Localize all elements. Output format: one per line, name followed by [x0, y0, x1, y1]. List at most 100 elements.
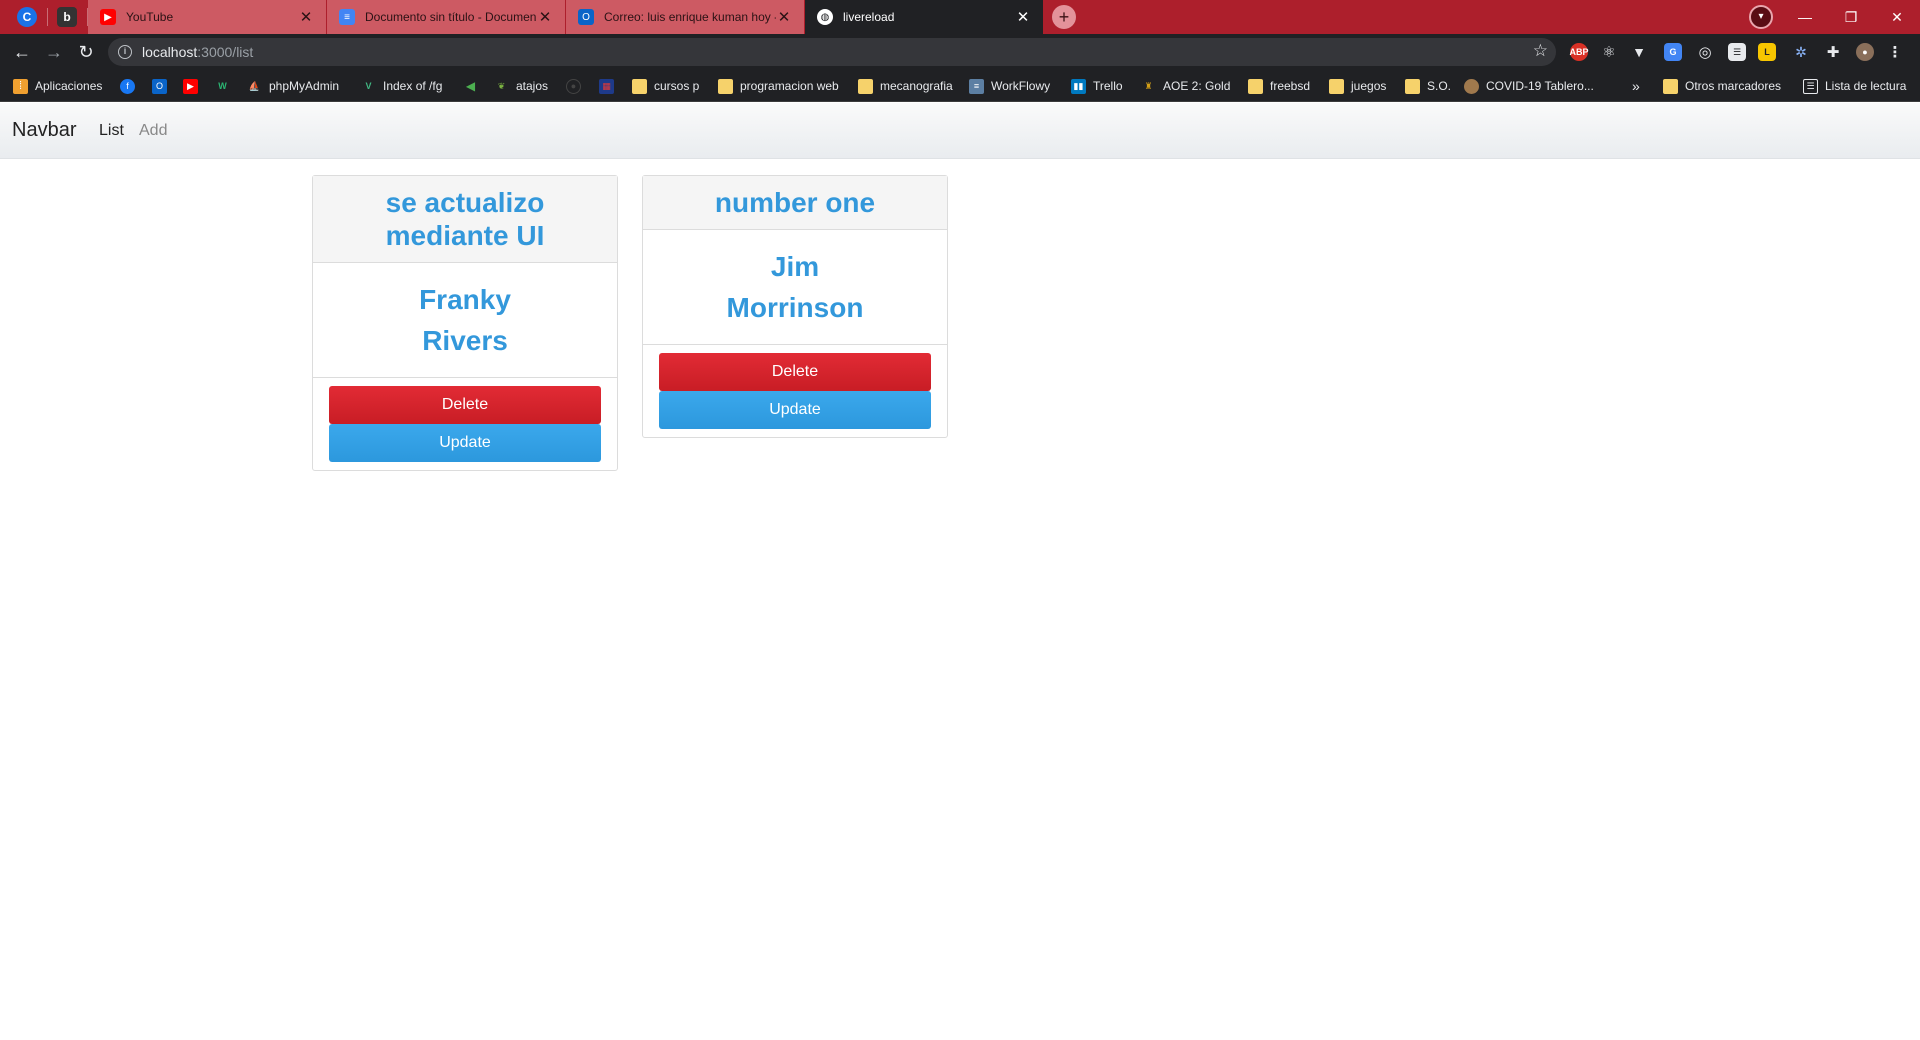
- target-icon[interactable]: ◎: [1696, 43, 1714, 61]
- docs-icon: ≡: [339, 9, 355, 25]
- vue-devtools-icon[interactable]: ▼: [1630, 43, 1648, 61]
- tab-youtube[interactable]: ▶ YouTube ✕: [88, 0, 326, 34]
- bookmark-mecanografia[interactable]: mecanografia: [858, 77, 953, 95]
- address-bar[interactable]: i localhost:3000/list ☆: [108, 38, 1556, 66]
- bookmark-label: Index of /fg: [383, 79, 443, 93]
- translate-icon[interactable]: G: [1664, 43, 1682, 61]
- site-info-icon[interactable]: i: [118, 45, 132, 59]
- update-button[interactable]: Update: [659, 391, 931, 429]
- bookmark-label: Otros marcadores: [1685, 79, 1782, 93]
- close-icon[interactable]: ✕: [1015, 8, 1031, 26]
- card-first-name: Jim: [770, 251, 820, 282]
- tab-search-icon[interactable]: ▾: [1749, 5, 1773, 29]
- tab-title: Documento sin título - Documen: [365, 10, 537, 24]
- pinned-tab-chrome[interactable]: C: [8, 0, 46, 34]
- bookmark-covid[interactable]: COVID-19 Tablero...: [1464, 77, 1594, 95]
- workflowy-icon: ≡: [969, 78, 984, 94]
- close-icon[interactable]: ✕: [537, 8, 553, 26]
- card-last-name: Morrinson: [726, 292, 864, 323]
- navbar-brand[interactable]: Navbar: [12, 119, 76, 142]
- bookmark-so[interactable]: S.O.: [1405, 77, 1451, 95]
- page-content: Navbar List Add se actualizo mediante UI…: [0, 103, 1920, 1040]
- bookmark-label: cursos p: [654, 79, 700, 93]
- minimize-button[interactable]: —: [1782, 0, 1828, 34]
- lastpass-icon[interactable]: L: [1758, 43, 1776, 61]
- folder-icon: [1248, 78, 1263, 94]
- bookmark-label: Trello: [1093, 79, 1123, 93]
- card-actions: Delete Update: [643, 345, 947, 437]
- update-button[interactable]: Update: [329, 424, 601, 462]
- bookmarks-bar: ⁞ Aplicaciones f O ▶ W ⛵ phpMyAdmin V In…: [0, 70, 1920, 102]
- reading-list-icon: ☰: [1803, 78, 1818, 94]
- bookmark-phpmyadmin[interactable]: ⛵ phpMyAdmin: [247, 77, 339, 95]
- close-icon[interactable]: ✕: [776, 8, 792, 26]
- person-card: se actualizo mediante UI Franky Rivers D…: [312, 175, 618, 471]
- card-title: se actualizo mediante UI: [313, 176, 617, 263]
- folder-icon: [1405, 78, 1420, 94]
- apps-grid-icon: ⁞: [13, 78, 28, 94]
- new-tab-button[interactable]: +: [1052, 5, 1076, 29]
- bookmark-github[interactable]: ●: [566, 77, 588, 95]
- bookmark-reading-list[interactable]: ☰ Lista de lectura: [1803, 77, 1906, 95]
- bookmark-green-arrow[interactable]: ◀: [463, 77, 485, 95]
- flag-icon: ▦: [599, 78, 614, 94]
- tab-docs[interactable]: ≡ Documento sin título - Documen ✕: [327, 0, 565, 34]
- adblock-plus-icon[interactable]: ABP: [1570, 43, 1589, 61]
- bookmark-star-icon[interactable]: ☆: [1533, 41, 1548, 61]
- avatar[interactable]: ●: [1856, 43, 1874, 61]
- nav-link-list[interactable]: List: [99, 122, 124, 140]
- bookmark-juegos[interactable]: juegos: [1329, 77, 1386, 95]
- reload-icon[interactable]: ↻: [72, 38, 100, 66]
- bookmark-trello[interactable]: ▮▮ Trello: [1071, 77, 1123, 95]
- delete-button[interactable]: Delete: [329, 386, 601, 424]
- bookmark-apps[interactable]: ⁞ Aplicaciones: [13, 77, 102, 95]
- navbar: Navbar List Add: [0, 103, 1920, 159]
- bookmark-youtube[interactable]: ▶: [183, 77, 205, 95]
- folder-icon: [1663, 78, 1678, 94]
- close-window-button[interactable]: ✕: [1874, 0, 1920, 34]
- reader-icon[interactable]: ☰: [1728, 43, 1746, 61]
- folder-icon: [632, 78, 647, 94]
- tab-livereload[interactable]: ◍ livereload ✕: [805, 0, 1043, 34]
- forward-arrow-icon[interactable]: →: [40, 38, 68, 66]
- app-b-icon: b: [57, 7, 77, 27]
- bookmark-freebsd[interactable]: freebsd: [1248, 77, 1310, 95]
- tab-outlook[interactable]: O Correo: luis enrique kuman hoy - ✕: [566, 0, 804, 34]
- pinned-tab-app[interactable]: b: [48, 0, 86, 34]
- bookmark-otros[interactable]: Otros marcadores: [1663, 77, 1781, 95]
- bookmark-label: freebsd: [1270, 79, 1311, 93]
- bookmark-flag[interactable]: ▦: [599, 77, 621, 95]
- bookmarks-overflow-button[interactable]: »: [1632, 77, 1640, 95]
- bookmark-workflowy[interactable]: ≡ WorkFlowy: [969, 77, 1050, 95]
- tab-title: livereload: [843, 10, 895, 24]
- youtube-icon: ▶: [183, 78, 198, 94]
- leaf-icon: ❦: [497, 80, 506, 91]
- restore-button[interactable]: ❐: [1828, 0, 1874, 34]
- url-text[interactable]: localhost:3000/list: [142, 44, 253, 60]
- extensions-puzzle-icon[interactable]: ✚: [1824, 43, 1842, 61]
- bookmark-aoe[interactable]: ♜ AOE 2: Gold: [1141, 77, 1230, 95]
- bookmark-index[interactable]: V Index of /fg: [361, 77, 442, 95]
- bookmark-facebook[interactable]: f: [120, 77, 142, 95]
- bookmark-outlook[interactable]: O: [152, 77, 174, 95]
- bookmark-label: WorkFlowy: [991, 79, 1051, 93]
- card-title: number one: [643, 176, 947, 230]
- bookmark-w[interactable]: W: [215, 77, 237, 95]
- nav-link-add[interactable]: Add: [139, 122, 167, 140]
- outlook-icon: O: [152, 78, 167, 94]
- sync-icon[interactable]: ✲: [1792, 43, 1810, 61]
- bookmark-programacion[interactable]: programacion web: [718, 77, 839, 95]
- card-actions: Delete Update: [313, 378, 617, 470]
- delete-button[interactable]: Delete: [659, 353, 931, 391]
- folder-icon: [1329, 78, 1344, 94]
- bookmark-atajos[interactable]: ❦ atajos: [494, 77, 548, 95]
- bookmark-label: AOE 2: Gold: [1163, 79, 1231, 93]
- menu-kebab-icon[interactable]: ⋮: [1886, 43, 1904, 61]
- aoe-emblem-icon: ♜: [1144, 80, 1153, 91]
- close-icon[interactable]: ✕: [298, 8, 314, 26]
- react-devtools-icon[interactable]: ⚛: [1600, 43, 1618, 61]
- bookmark-label: Lista de lectura: [1825, 79, 1907, 93]
- back-arrow-icon[interactable]: ←: [8, 38, 36, 66]
- bookmark-cursos[interactable]: cursos p: [632, 77, 699, 95]
- bookmark-label: COVID-19 Tablero...: [1486, 79, 1594, 93]
